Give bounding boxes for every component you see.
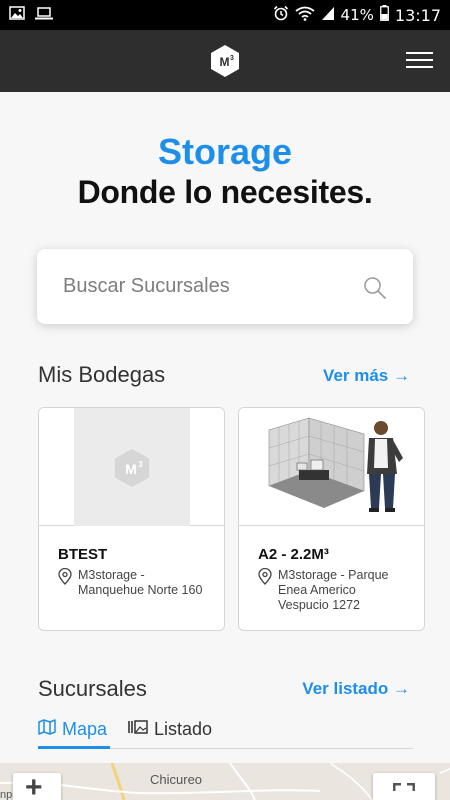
location-pin-icon: [58, 567, 72, 598]
storage-card[interactable]: A2 - 2.2M³ M3storage - Parque Enea Ameri…: [238, 407, 425, 631]
hamburger-menu-icon[interactable]: [406, 52, 433, 68]
tab-label: Listado: [154, 719, 213, 739]
card-location-text: M3storage - Parque Enea Americo Vespucio…: [278, 568, 389, 612]
ver-mas-link[interactable]: Ver más →: [323, 366, 410, 386]
battery-icon: [379, 5, 389, 25]
search-icon[interactable]: [363, 276, 387, 300]
list-icon: [128, 719, 148, 740]
svg-text:M: M: [125, 461, 137, 477]
location-pin-icon: [258, 567, 272, 613]
card-title: BTEST: [58, 546, 108, 563]
svg-text:3: 3: [230, 55, 234, 62]
search-box[interactable]: Buscar Sucursales: [37, 249, 413, 324]
map-fullscreen-button[interactable]: [373, 773, 435, 800]
active-tab-indicator: [38, 746, 110, 749]
card-location: M3storage - Parque Enea Americo Vespucio…: [258, 567, 408, 613]
tab-label: Mapa: [62, 719, 108, 739]
hero-subtitle: Donde lo necesites.: [77, 174, 373, 210]
clock-time: 13:17: [394, 5, 441, 25]
tab-mapa[interactable]: Mapa: [38, 719, 107, 740]
map-place-label: Chicureo: [150, 772, 203, 787]
search-input[interactable]: Buscar Sucursales: [63, 275, 230, 298]
storage-unit-image: [239, 408, 424, 526]
plus-icon: +: [25, 771, 43, 800]
alarm-icon: [273, 5, 289, 25]
status-bar: 41% 13:17: [0, 0, 450, 30]
svg-text:M: M: [220, 55, 230, 69]
storage-placeholder-image: M 3: [39, 408, 224, 526]
app-header: M 3: [0, 30, 450, 92]
sucursales-tabs: Mapa Listado: [38, 718, 413, 749]
gallery-icon: [9, 6, 25, 24]
laptop-icon: [35, 6, 53, 24]
branches-map[interactable]: np Chicureo +: [0, 763, 450, 800]
wifi-icon: [294, 6, 315, 25]
svg-text:3: 3: [138, 460, 143, 469]
map-zoom-in-button[interactable]: +: [13, 771, 61, 800]
sucursales-title: Sucursales: [38, 676, 147, 701]
signal-icon: [321, 6, 335, 25]
storage-card[interactable]: M 3 BTEST M3storage - Manquehue Norte 16…: [38, 407, 225, 631]
map-icon: [38, 719, 56, 740]
ver-listado-link[interactable]: Ver listado →: [302, 679, 410, 699]
tab-listado[interactable]: Listado: [128, 719, 212, 740]
card-location-text: M3storage - Manquehue Norte 160: [78, 568, 203, 597]
card-location: M3storage - Manquehue Norte 160: [58, 567, 208, 598]
map-edge-label: np: [0, 789, 13, 800]
battery-percent: 41%: [340, 6, 374, 24]
mis-bodegas-title: Mis Bodegas: [38, 362, 166, 387]
fullscreen-icon: [392, 782, 416, 800]
card-title: A2 - 2.2M³: [258, 546, 329, 563]
hero-title: Storage: [157, 131, 293, 172]
m3-logo[interactable]: M 3: [210, 44, 240, 78]
